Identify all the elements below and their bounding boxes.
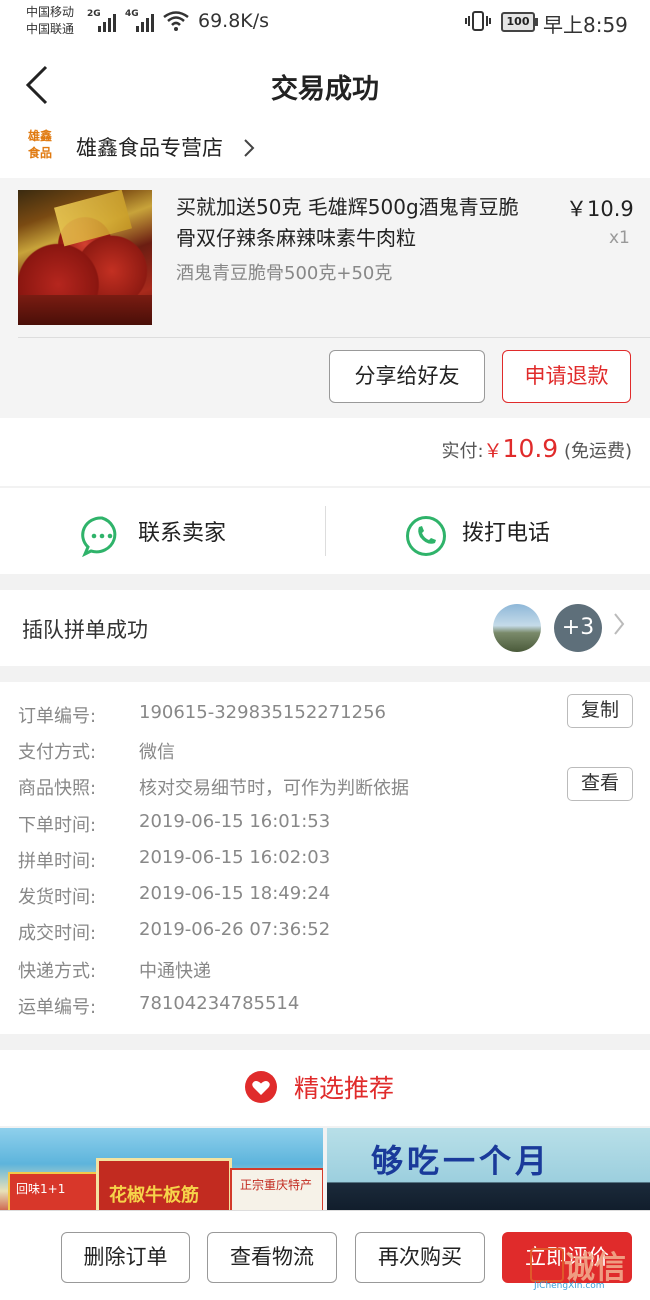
shop-logo-line1: 雄鑫 <box>27 129 52 143</box>
banner-text: 够吃一个月 <box>371 1142 552 1180</box>
detail-label: 下单时间: <box>18 815 97 836</box>
clock: 早上8:59 <box>543 13 628 37</box>
watermark-logo-icon <box>530 1248 564 1282</box>
payment-summary: 实付:￥10.9 (免运费) <box>441 434 632 463</box>
contact-row: 联系卖家 拨打电话 <box>0 488 650 574</box>
tracking-number: 78104234785514 <box>139 993 300 1014</box>
group-time: 2019-06-15 16:02:03 <box>139 847 331 868</box>
wifi-icon <box>163 11 189 31</box>
shop-row[interactable]: 雄鑫 食品 雄鑫食品专营店 <box>0 118 650 178</box>
group-buy-row[interactable]: 插队拼单成功 +3 <box>0 590 650 666</box>
carrier-2: 中国联通 <box>26 22 75 36</box>
contact-seller-button[interactable]: 联系卖家 <box>0 488 325 574</box>
view-logistics-button[interactable]: 查看物流 <box>207 1232 337 1283</box>
courier: 中通快递 <box>139 961 211 982</box>
phone-icon <box>406 516 446 556</box>
package-text: 花椒牛板筋 <box>109 1185 199 1206</box>
vibrate-icon <box>465 11 491 31</box>
order-time: 2019-06-15 16:01:53 <box>139 811 331 832</box>
header: 交易成功 <box>0 45 650 125</box>
detail-label: 订单编号: <box>18 706 97 727</box>
detail-label: 支付方式: <box>18 742 97 763</box>
package-image: 花椒牛板筋 <box>96 1158 232 1218</box>
recommend-header: 精选推荐 <box>0 1050 650 1126</box>
delete-order-button[interactable]: 删除订单 <box>61 1232 190 1283</box>
payment-row: 实付:￥10.9 (免运费) <box>0 418 650 486</box>
payment-label: 实付: <box>441 441 484 462</box>
signal-bars-icon <box>136 10 154 32</box>
product-sku: 酒鬼青豆脆骨500克+50克 <box>176 263 393 284</box>
payment-currency: ￥ <box>483 440 503 462</box>
refund-button[interactable]: 申请退款 <box>502 350 631 403</box>
recommend-product-image[interactable]: 够吃一个月 <box>327 1128 650 1218</box>
contact-seller-label: 联系卖家 <box>138 521 227 546</box>
carrier-1: 中国移动 <box>26 5 75 19</box>
payment-note: (免运费) <box>563 441 632 462</box>
order-details: 订单编号: 190615-329835152271256 支付方式: 微信 商品… <box>0 682 650 1034</box>
share-button[interactable]: 分享给好友 <box>329 350 485 403</box>
buy-again-button[interactable]: 再次购买 <box>355 1232 485 1283</box>
copy-button[interactable]: 复制 <box>567 694 633 728</box>
detail-label: 拼单时间: <box>18 851 97 872</box>
product-price: ￥10.9 <box>566 197 634 221</box>
page-title: 交易成功 <box>271 74 379 105</box>
heart-icon <box>245 1071 277 1103</box>
package-text: 正宗重庆特产 <box>240 1178 313 1192</box>
snapshot-note: 核对交易细节时，可作为判断依据 <box>139 778 409 799</box>
payment-amount: 10.9 <box>502 434 559 463</box>
divider <box>18 337 650 338</box>
shop-name[interactable]: 雄鑫食品专营店 <box>76 132 223 162</box>
watermark-subtext: JiChengXin.com <box>534 1281 605 1291</box>
detail-label: 商品快照: <box>18 778 97 799</box>
product-quantity: x1 <box>609 228 630 248</box>
detail-label: 运单编号: <box>18 997 97 1018</box>
signal-bars-icon <box>98 10 116 32</box>
detail-label: 快递方式: <box>18 961 97 982</box>
chat-bubble-icon <box>81 516 117 557</box>
deal-time: 2019-06-26 07:36:52 <box>139 919 331 940</box>
payment-method: 微信 <box>139 742 175 763</box>
avatar <box>493 604 541 652</box>
battery-icon: 100 <box>501 12 538 32</box>
shop-logo: 雄鑫 食品 <box>22 128 58 168</box>
chevron-right-icon <box>244 139 255 157</box>
group-buy-title: 插队拼单成功 <box>22 618 148 642</box>
call-phone-label: 拨打电话 <box>462 521 551 546</box>
product-name[interactable]: 买就加送50克 毛雄辉500g酒鬼青豆脆骨双仔辣条麻辣味素牛肉粒 <box>176 192 536 254</box>
carrier-info: 中国移动 中国联通 <box>26 4 74 38</box>
detail-label: 成交时间: <box>18 923 97 944</box>
network-speed: 69.8K/s <box>198 10 270 32</box>
call-phone-button[interactable]: 拨打电话 <box>326 488 650 574</box>
order-number: 190615-329835152271256 <box>139 702 386 723</box>
more-members-avatar: +3 <box>554 604 602 652</box>
shop-logo-line2: 食品 <box>27 146 52 160</box>
detail-label: 发货时间: <box>18 887 97 908</box>
product-card: 买就加送50克 毛雄辉500g酒鬼青豆脆骨双仔辣条麻辣味素牛肉粒 ￥10.9 x… <box>0 178 650 418</box>
watermark: 诚信 JiChengXin.com <box>530 1248 648 1294</box>
chevron-right-icon <box>614 613 625 635</box>
recommend-product-image[interactable]: 回味1+1 花椒牛板筋 正宗重庆特产 <box>0 1128 323 1218</box>
status-bar: 中国移动 中国联通 2G 4G 69.8K/s 100 早上8:59 <box>0 0 650 45</box>
recommend-title: 精选推荐 <box>294 1074 395 1103</box>
product-thumbnail[interactable] <box>18 190 152 325</box>
package-text: 回味1+1 <box>16 1182 66 1196</box>
view-snapshot-button[interactable]: 查看 <box>567 767 633 801</box>
ship-time: 2019-06-15 18:49:24 <box>139 883 331 904</box>
